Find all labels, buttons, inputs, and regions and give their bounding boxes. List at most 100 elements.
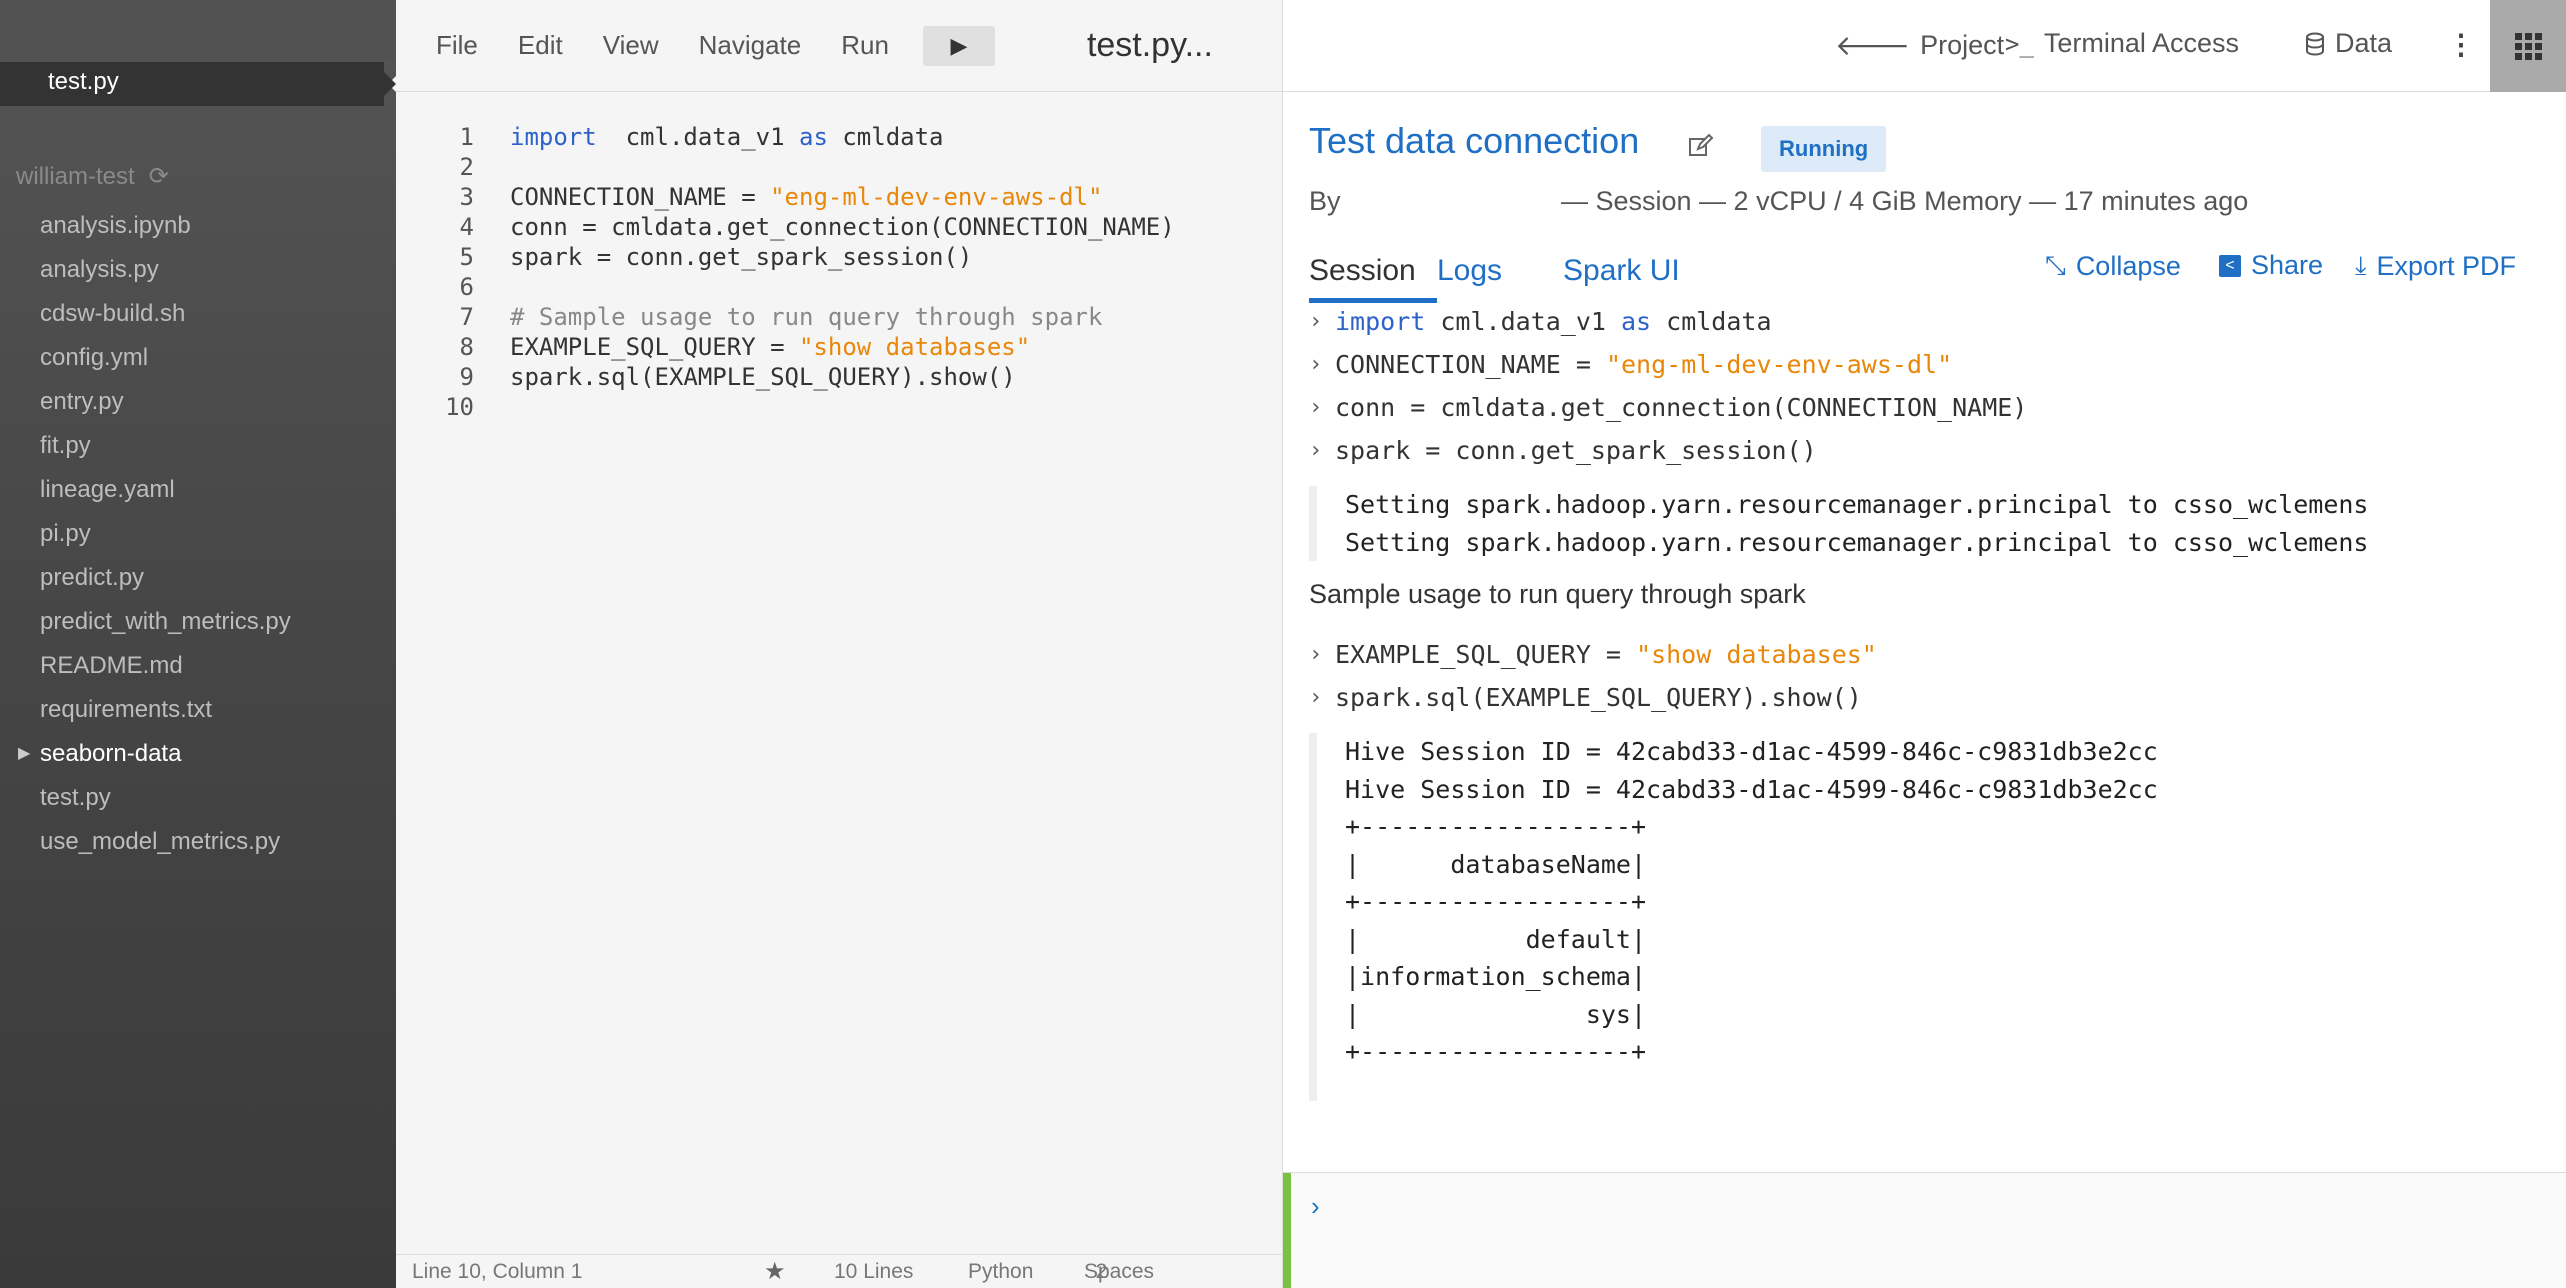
chevron-right-icon[interactable]: › <box>1309 302 1322 342</box>
line-content: import cml.data_v1 as cmldata <box>510 123 944 151</box>
line-content: spark = conn.get_spark_session() <box>510 243 973 271</box>
collapse-label: Collapse <box>2075 250 2181 281</box>
chevron-right-icon[interactable]: › <box>1309 678 1322 718</box>
file-item[interactable]: README.md <box>0 644 396 688</box>
collapse-button[interactable]: ⤡ Collapse <box>2045 250 2181 282</box>
output-line: +------------------+ <box>1345 887 1647 916</box>
chevron-right-icon[interactable]: › <box>1309 431 1322 471</box>
folder-item[interactable]: ▶ seaborn-data <box>0 732 396 776</box>
edit-icon[interactable] <box>1687 132 1715 160</box>
file-item[interactable]: predict.py <box>0 556 396 600</box>
menu-navigate[interactable]: Navigate <box>699 30 802 61</box>
session-pane: 🡐 Project >_ Terminal Access Data ⋮ Test… <box>1282 0 2566 1288</box>
line-content <box>474 152 510 182</box>
apps-grid-button[interactable] <box>2490 0 2566 92</box>
session-meta: — Session — 2 vCPU / 4 GiB Memory — 17 m… <box>1561 186 2249 216</box>
code-line[interactable]: 2 <box>396 152 1282 182</box>
code-line[interactable]: 5 spark = conn.get_spark_session() <box>396 242 1282 272</box>
file-item[interactable]: requirements.txt <box>0 688 396 732</box>
file-item[interactable]: test.py <box>0 776 396 820</box>
tab-logs[interactable]: Logs <box>1437 254 1563 303</box>
file-item[interactable]: use_model_metrics.py <box>0 820 396 864</box>
code-line[interactable]: 6 <box>396 272 1282 302</box>
line-number: 5 <box>459 243 474 271</box>
file-name: predict_with_metrics.py <box>40 608 291 635</box>
menu-view[interactable]: View <box>603 30 659 61</box>
file-name: predict.py <box>40 564 145 591</box>
project-folder[interactable]: william-test ⟳ <box>16 162 169 191</box>
editor-statusbar: Line 10, Column 1 ★ 10 Lines Python Spac… <box>396 1254 1282 1288</box>
project-link[interactable]: 🡐 Project <box>1835 28 2004 62</box>
file-name: pi.py <box>40 520 91 547</box>
data-link-label: Data <box>2335 28 2393 58</box>
code-line[interactable]: 7 # Sample usage to run query through spa… <box>396 302 1282 332</box>
code-line[interactable]: 1 import cml.data_v1 as cmldata <box>396 122 1282 152</box>
code-line[interactable]: 10 <box>396 392 1282 422</box>
line-number: 3 <box>459 183 474 211</box>
file-name: requirements.txt <box>40 696 213 723</box>
share-button[interactable]: < Share <box>2219 250 2323 281</box>
console-input[interactable]: › <box>1283 1172 2566 1288</box>
file-name: test.py <box>40 784 111 811</box>
code-line[interactable]: 8 EXAMPLE_SQL_QUERY = "show databases" <box>396 332 1282 362</box>
file-item[interactable]: entry.py <box>0 380 396 424</box>
file-item[interactable]: cdsw-build.sh <box>0 292 396 336</box>
file-item[interactable]: config.yml <box>0 336 396 380</box>
code-area[interactable]: 1 import cml.data_v1 as cmldata 2 3 CONNECTI… <box>396 122 1282 422</box>
code-line[interactable]: 4 conn = cmldata.get_connection(CONNECTIO… <box>396 212 1282 242</box>
project-link-label: Project <box>1920 29 2005 60</box>
file-item[interactable]: fit.py <box>0 424 396 468</box>
file-name: entry.py <box>40 388 124 415</box>
output-line: +------------------+ <box>1345 812 1647 841</box>
output-block: Setting spark.hadoop.yarn.resourcemanage… <box>1309 486 2549 561</box>
export-pdf-label: Export PDF <box>2376 250 2517 281</box>
output-line: Setting spark.hadoop.yarn.resourcemanage… <box>1345 527 2369 557</box>
run-button[interactable]: ▶ <box>922 25 995 66</box>
download-icon: ⤓ <box>2355 250 2367 280</box>
editor-file-title: test.py... <box>1086 26 1213 64</box>
code-line[interactable]: 3 CONNECTION_NAME = "eng-ml-dev-env-aws-d… <box>396 182 1282 212</box>
line-number: 9 <box>459 363 474 391</box>
code-line[interactable]: 9 spark.sql(EXAMPLE_SQL_QUERY).show() <box>396 362 1282 392</box>
chevron-right-icon[interactable]: › <box>1309 345 1322 385</box>
more-options-icon[interactable]: ⋮ <box>2447 28 2475 61</box>
chevron-right-icon[interactable]: › <box>1309 388 1322 428</box>
spaces-label: Spaces <box>1084 1259 1155 1283</box>
menu-edit[interactable]: Edit <box>518 30 563 61</box>
indent-spaces[interactable]: Spaces 2 <box>1084 1260 1154 1284</box>
input-group: › import cml.data_v1 as cmldata › CONNECTIO… <box>1309 302 2549 474</box>
file-item[interactable]: predict_with_metrics.py <box>0 600 396 644</box>
console-prompt-icon: › <box>1311 1191 1320 1221</box>
line-number: 6 <box>459 273 474 301</box>
refresh-icon[interactable]: ⟳ <box>149 162 169 191</box>
output-line: | databaseName| <box>1345 849 1647 879</box>
line-number: 1 <box>459 123 474 151</box>
language-mode[interactable]: Python <box>968 1260 1033 1284</box>
output-line: Hive Session ID = 42cabd33-d1ac-4599-846… <box>1345 737 2158 766</box>
output-line: Setting spark.hadoop.yarn.resourcemanage… <box>1345 490 2369 519</box>
file-item[interactable]: analysis.ipynb <box>0 204 396 248</box>
terminal-access-label: Terminal Access <box>2043 28 2239 58</box>
star-icon[interactable]: ★ <box>764 1257 786 1286</box>
file-item[interactable]: lineage.yaml <box>0 468 396 512</box>
session-tabs: Session Logs Spark UI <box>1309 254 1680 303</box>
data-link[interactable]: Data <box>2305 28 2392 59</box>
file-item[interactable]: analysis.py <box>0 248 396 292</box>
menu-file[interactable]: File <box>436 30 478 61</box>
active-file-tab[interactable]: test.py <box>0 62 400 106</box>
file-name: README.md <box>40 652 183 679</box>
session-output: › import cml.data_v1 as cmldata › CONNECTIO… <box>1309 302 2549 1101</box>
expand-icon[interactable]: ▶ <box>18 732 30 776</box>
chevron-right-icon[interactable]: › <box>1309 635 1322 675</box>
output-line: | default| <box>1345 924 1647 954</box>
export-pdf-button[interactable]: ⤓ Export PDF <box>2355 250 2516 282</box>
spaces-value: 2 <box>1095 1259 1108 1283</box>
file-item[interactable]: pi.py <box>0 512 396 556</box>
input-line: › import cml.data_v1 as cmldata <box>1309 302 2549 345</box>
terminal-access-link[interactable]: >_ Terminal Access <box>2005 28 2239 59</box>
tab-session[interactable]: Session <box>1309 254 1437 303</box>
file-name: lineage.yaml <box>40 476 175 503</box>
tab-spark-ui[interactable]: Spark UI <box>1563 254 1680 303</box>
menu-run[interactable]: Run <box>841 30 889 61</box>
file-sidebar: test.py william-test ⟳ analysis.ipynb ana… <box>0 0 400 1288</box>
